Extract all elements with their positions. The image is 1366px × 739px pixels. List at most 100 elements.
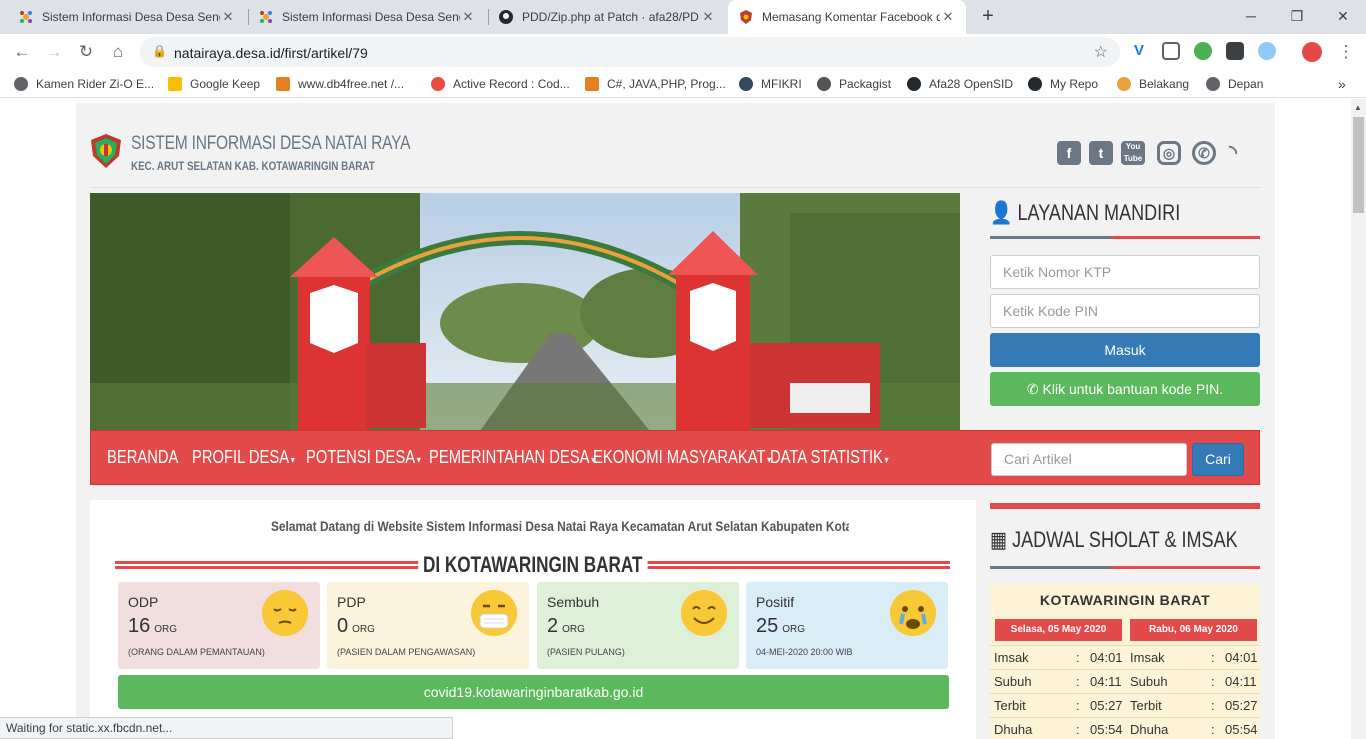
card-odp: ODP 16 ORG (ORANG DALAM PEMANTAUAN) [118, 582, 320, 669]
scrollbar-thumb[interactable] [1353, 117, 1364, 213]
vimium-extension-icon[interactable]: V [1130, 42, 1148, 60]
home-icon[interactable]: ⌂ [106, 40, 130, 64]
rss-icon[interactable]: ◝ [1221, 141, 1245, 165]
ktp-input[interactable]: Ketik Nomor KTP [990, 255, 1260, 289]
globe-icon [14, 77, 28, 91]
login-button[interactable]: Masuk [990, 333, 1260, 367]
pocket-extension-icon[interactable] [1162, 42, 1180, 60]
globe-extension-icon[interactable] [1194, 42, 1212, 60]
browser-window: Sistem Informasi Desa Desa Seng ✕ Sistem… [0, 0, 1366, 739]
bookmark-item[interactable]: www.db4free.net /... [276, 76, 404, 92]
page-scrollbar[interactable]: ▲ [1351, 99, 1366, 739]
card-desc: (PASIEN PULANG) [547, 647, 625, 657]
separator: : [1211, 650, 1215, 665]
close-icon[interactable]: ✕ [220, 9, 236, 25]
tab-title: Sistem Informasi Desa Desa Seng [282, 10, 460, 24]
jadwal-sholat-table: KOTAWARINGIN BARAT Selasa, 05 May 2020 R… [990, 584, 1260, 739]
nav-potensi-desa[interactable]: POTENSI DESA ▾ [306, 447, 421, 468]
menu-icon[interactable]: ⋮ [1334, 40, 1358, 64]
close-icon[interactable]: ✕ [460, 9, 476, 25]
bookmark-item[interactable]: My Repo [1028, 76, 1098, 92]
site-title[interactable]: SISTEM INFORMASI DESA NATAI RAYA [131, 133, 410, 155]
welcome-marquee: Selamat Datang di Website Sistem Informa… [271, 518, 849, 534]
google-keep-icon [168, 77, 182, 91]
bookmark-item[interactable]: Active Record : Cod... [431, 76, 570, 92]
bookmark-label: Google Keep [190, 77, 261, 91]
whatsapp-icon[interactable]: ✆ [1192, 141, 1216, 165]
prayer-time: 04:01 [1225, 650, 1258, 665]
tab-1[interactable]: Sistem Informasi Desa Desa Seng ✕ [8, 0, 246, 34]
database-extension-icon[interactable] [1226, 42, 1244, 60]
more-bookmarks-button[interactable]: » [1338, 76, 1346, 92]
close-window-icon[interactable]: ✕ [1320, 2, 1366, 30]
tab-4-active[interactable]: Memasang Komentar Facebook d ✕ [728, 0, 966, 34]
pin-input[interactable]: Ketik Kode PIN [990, 294, 1260, 328]
reload-icon[interactable]: ↻ [74, 40, 98, 64]
bookmark-label: Active Record : Cod... [453, 77, 570, 91]
card-positif: Positif 25 ORG 04-MEI-2020 20:00 WIB [746, 582, 948, 669]
minimize-icon[interactable]: ─ [1228, 2, 1274, 30]
bookmark-label: MFIKRI [761, 77, 802, 91]
article-search-input[interactable]: Cari Artikel [991, 443, 1187, 476]
nav-beranda[interactable]: BERANDA [107, 447, 178, 468]
youtube-icon[interactable]: You Tube [1121, 141, 1145, 165]
jadwal-row: Subuh : 04:11 Subuh : 04:11 [990, 669, 1260, 693]
bookmark-item[interactable]: MFIKRI [739, 76, 802, 92]
card-count: 2 ORG [547, 615, 585, 638]
card-value: 25 [756, 615, 779, 637]
prayer-name: Subuh [1130, 674, 1168, 689]
restore-icon[interactable]: ❐ [1274, 2, 1320, 30]
twitter-icon[interactable]: t [1089, 141, 1113, 165]
info-extension-icon[interactable] [1258, 42, 1276, 60]
profile-avatar-icon[interactable] [1302, 42, 1322, 62]
nav-label: PROFIL DESA [192, 447, 290, 467]
whatsapp-icon: ✆ [1026, 381, 1039, 397]
nav-pemerintahan-desa[interactable]: PEMERINTAHAN DESA ▾ [429, 447, 595, 468]
github-icon [907, 77, 921, 91]
nav-profil-desa[interactable]: PROFIL DESA ▾ [192, 447, 295, 468]
nav-label: BERANDA [107, 447, 179, 467]
bookmark-item[interactable]: Packagist [817, 76, 891, 92]
nav-label: PEMERINTAHAN DESA [429, 447, 590, 467]
tab-2[interactable]: Sistem Informasi Desa Desa Seng ✕ [248, 0, 486, 34]
bookmark-item[interactable]: Belakang [1117, 76, 1189, 92]
nav-ekonomi-masyarakat[interactable]: EKONOMI MASYARAKAT ▾ [593, 447, 771, 468]
bookmark-item[interactable]: Kamen Rider Zi-O E... [14, 76, 154, 92]
covid-link-button[interactable]: covid19.kotawaringinbaratkab.go.id [118, 675, 949, 709]
back-icon[interactable]: ← [10, 40, 34, 64]
opensid-icon [18, 9, 34, 25]
prayer-time: 05:54 [1090, 722, 1123, 737]
address-bar[interactable]: 🔒 natairaya.desa.id/first/artikel/79 ☆ [140, 37, 1120, 67]
close-icon[interactable]: ✕ [940, 9, 956, 25]
card-desc: 04-MEI-2020 20:00 WIB [756, 647, 853, 657]
close-icon[interactable]: ✕ [700, 9, 716, 25]
bookmark-star-icon[interactable]: ☆ [1094, 42, 1108, 62]
pin-help-button[interactable]: ✆ Klik untuk bantuan kode PIN. [990, 372, 1260, 406]
search-button[interactable]: Cari [1192, 443, 1244, 476]
pin-help-label: Klik untuk bantuan kode PIN. [1042, 381, 1224, 397]
widget-divider [990, 503, 1260, 509]
bookmark-item[interactable]: Afa28 OpenSID [907, 76, 1013, 92]
new-tab-button[interactable]: + [976, 4, 1000, 28]
bookmark-item[interactable]: Google Keep [168, 76, 260, 92]
caret-down-icon: ▾ [416, 455, 421, 466]
prayer-name: Dhuha [994, 722, 1033, 737]
nav-data-statistik[interactable]: DATA STATISTIK ▾ [770, 447, 889, 468]
browser-toolbar: ← → ↻ ⌂ 🔒 natairaya.desa.id/first/artike… [0, 34, 1366, 70]
tab-3[interactable]: PDD/Zip.php at Patch · afa28/PD ✕ [488, 0, 726, 34]
covid-title-text: DI KOTAWARINGIN BARAT [418, 552, 648, 578]
url-text[interactable]: natairaya.desa.id/first/artikel/79 [174, 45, 368, 61]
tab-title: Sistem Informasi Desa Desa Seng [42, 10, 220, 24]
bookmark-item[interactable]: C#, JAVA,PHP, Prog... [585, 76, 726, 92]
instagram-icon[interactable]: ◎ [1157, 141, 1181, 165]
bookmarks-bar: Kamen Rider Zi-O E... Google Keep www.db… [0, 70, 1366, 98]
facebook-icon[interactable]: f [1057, 141, 1081, 165]
forward-icon[interactable]: → [42, 40, 66, 64]
scroll-up-icon[interactable]: ▲ [1354, 103, 1362, 112]
lock-icon[interactable]: 🔒 [152, 44, 167, 58]
card-label: PDP [337, 594, 366, 610]
bookmark-item[interactable]: Depan [1206, 76, 1263, 92]
bookmark-label: Packagist [839, 77, 892, 91]
header-divider [90, 187, 1260, 188]
opensid-icon [258, 9, 274, 25]
